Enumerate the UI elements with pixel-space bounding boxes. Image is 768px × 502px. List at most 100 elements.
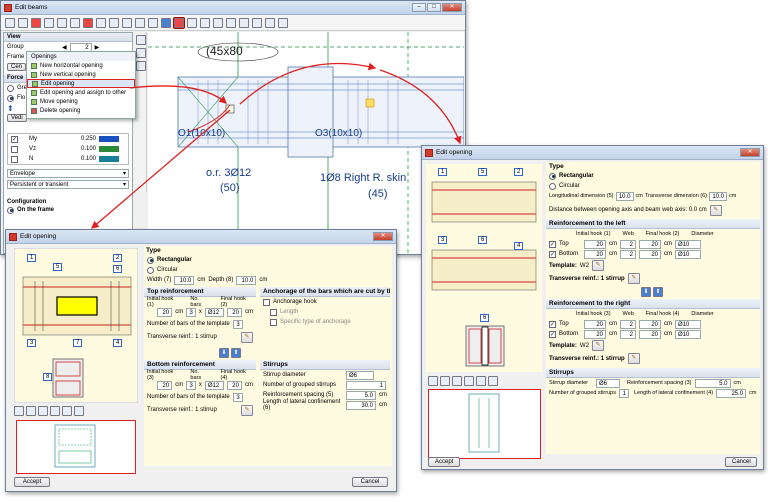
accept-button[interactable]: Accept bbox=[428, 457, 460, 467]
measure-icon[interactable] bbox=[252, 17, 262, 28]
grid-icon[interactable] bbox=[44, 17, 54, 28]
edit-template-icon[interactable]: ✎ bbox=[591, 340, 604, 351]
left-top-initial-input[interactable]: 20 bbox=[584, 239, 606, 249]
layout-icon[interactable] bbox=[31, 17, 41, 28]
circular-radio[interactable] bbox=[549, 182, 556, 190]
beam-icon[interactable] bbox=[18, 17, 28, 28]
rectangular-radio[interactable] bbox=[549, 172, 556, 180]
arrow-down-icon[interactable]: ⬇ bbox=[219, 348, 229, 358]
measure-icon[interactable] bbox=[50, 406, 60, 416]
menu-item-new-vertical[interactable]: New vertical opening bbox=[27, 70, 135, 79]
table-icon[interactable] bbox=[57, 17, 67, 28]
edit-template-icon[interactable]: ✎ bbox=[241, 331, 253, 343]
maximize-button[interactable]: □ bbox=[427, 3, 441, 12]
menu-item-edit-assign[interactable]: Edit opening and assign to other bbox=[27, 88, 135, 97]
pan-icon[interactable] bbox=[476, 376, 486, 386]
arrow-down-icon[interactable]: ⬇ bbox=[641, 287, 651, 297]
chart-icon[interactable] bbox=[148, 17, 158, 28]
right-bottom-web-input[interactable]: 2 bbox=[620, 329, 636, 339]
zoom-window-icon[interactable] bbox=[440, 376, 450, 386]
zoom-icon[interactable] bbox=[14, 406, 24, 416]
pan-icon[interactable] bbox=[62, 406, 72, 416]
measure-icon[interactable] bbox=[464, 376, 474, 386]
left-bottom-final-input[interactable]: 20 bbox=[639, 249, 661, 259]
section-preview[interactable] bbox=[428, 389, 541, 459]
paint-icon[interactable] bbox=[122, 17, 132, 28]
lateral-input[interactable]: 25.0 bbox=[716, 388, 747, 398]
section-icon[interactable] bbox=[96, 17, 106, 28]
left-bottom-web-input[interactable]: 2 bbox=[620, 249, 636, 259]
top-template-input[interactable]: 3 bbox=[232, 319, 243, 329]
lateral-input[interactable]: 30.0 bbox=[346, 400, 376, 410]
left-top-web-input[interactable]: 2 bbox=[620, 239, 636, 249]
next-group-arrow[interactable]: ▶ bbox=[95, 44, 100, 51]
grouped-input[interactable]: 1 bbox=[618, 388, 629, 398]
openings-active-icon[interactable] bbox=[173, 16, 185, 29]
bottom-final-input[interactable]: 20 bbox=[226, 380, 242, 390]
top-nbars-input[interactable]: 3 bbox=[186, 307, 196, 317]
pan-icon[interactable] bbox=[265, 17, 275, 28]
on-frame-radio[interactable] bbox=[7, 206, 14, 214]
left-bottom-checkbox[interactable]: ✓ bbox=[549, 250, 556, 258]
top-final-input[interactable]: 20 bbox=[226, 307, 242, 317]
length-checkbox[interactable] bbox=[270, 308, 277, 316]
zoom-in-icon[interactable] bbox=[239, 17, 249, 28]
width-input[interactable]: 10.0 bbox=[174, 275, 195, 285]
refresh-icon[interactable] bbox=[74, 406, 84, 416]
edit-template-icon[interactable]: ✎ bbox=[591, 260, 604, 271]
right-top-web-input[interactable]: 2 bbox=[620, 319, 636, 329]
edit-transverse-icon[interactable]: ✎ bbox=[627, 273, 640, 284]
gr-radio[interactable] bbox=[7, 84, 14, 92]
spacing-input[interactable]: 5.0 bbox=[694, 378, 731, 388]
right-top-final-input[interactable]: 20 bbox=[639, 319, 661, 329]
prev-group-arrow[interactable]: ◀ bbox=[62, 44, 67, 51]
grouped-input[interactable]: 1 bbox=[346, 380, 386, 390]
color-swatch[interactable] bbox=[99, 156, 119, 162]
bottom-diameter-select[interactable]: Ø12 bbox=[204, 380, 224, 390]
redo-icon[interactable] bbox=[200, 17, 210, 28]
up-arrow-icon[interactable]: ⬆ bbox=[7, 104, 14, 113]
vedic-tab[interactable]: Vedi bbox=[7, 114, 27, 122]
refresh-icon[interactable] bbox=[488, 376, 498, 386]
row-checkbox[interactable] bbox=[11, 145, 18, 153]
menu-item-delete-opening[interactable]: Delete opening bbox=[27, 106, 135, 115]
cancel-button[interactable]: Cancel bbox=[352, 477, 388, 487]
menu-item-new-horizontal[interactable]: New horizontal opening bbox=[27, 61, 135, 70]
color-swatch[interactable] bbox=[99, 136, 119, 142]
pin-icon[interactable] bbox=[136, 35, 146, 45]
trans-dim-input[interactable]: 10.0 bbox=[709, 191, 728, 201]
left-top-checkbox[interactable]: ✓ bbox=[549, 240, 556, 248]
close-button[interactable]: ✕ bbox=[740, 148, 760, 157]
bottom-template-input[interactable]: 3 bbox=[232, 392, 243, 402]
snap-icon[interactable] bbox=[136, 61, 146, 71]
edit-transverse-icon[interactable]: ✎ bbox=[627, 353, 640, 364]
close-button[interactable]: ✕ bbox=[442, 3, 462, 12]
circular-radio[interactable] bbox=[147, 266, 154, 274]
copy-icon[interactable] bbox=[70, 17, 80, 28]
right-bottom-diameter-select[interactable]: Ø10 bbox=[675, 329, 701, 339]
refresh-icon[interactable] bbox=[278, 17, 288, 28]
top-initial-input[interactable]: 20 bbox=[157, 307, 173, 317]
minimize-button[interactable]: – bbox=[412, 3, 426, 12]
menu-item-edit-opening[interactable]: Edit opening bbox=[27, 79, 135, 88]
row-checkbox[interactable]: ✓ bbox=[11, 135, 18, 143]
depth-input[interactable]: 10.0 bbox=[236, 275, 257, 285]
menu-item-move-opening[interactable]: Move opening bbox=[27, 97, 135, 106]
cen-button[interactable]: Cen bbox=[7, 63, 27, 71]
zoom-in-icon[interactable] bbox=[38, 406, 48, 416]
node-icon[interactable] bbox=[136, 48, 146, 58]
zoom-window-icon[interactable] bbox=[226, 17, 236, 28]
bottom-initial-input[interactable]: 20 bbox=[157, 380, 173, 390]
section-preview[interactable] bbox=[16, 420, 136, 474]
specific-checkbox[interactable] bbox=[270, 318, 277, 326]
right-bottom-initial-input[interactable]: 20 bbox=[584, 329, 606, 339]
undo-icon[interactable] bbox=[187, 17, 197, 28]
drawing-canvas[interactable]: (45x80 O1(10x10) O3(10x10) o.r. 3Ø12 (50… bbox=[148, 32, 464, 254]
right-top-initial-input[interactable]: 20 bbox=[584, 319, 606, 329]
accept-button[interactable]: Accept bbox=[14, 477, 50, 487]
cancel-button[interactable]: Cancel bbox=[725, 457, 757, 467]
top-diameter-select[interactable]: Ø12 bbox=[204, 307, 224, 317]
color-swatch[interactable] bbox=[99, 146, 119, 152]
zoom-in-icon[interactable] bbox=[452, 376, 462, 386]
rectangular-radio[interactable] bbox=[147, 256, 154, 264]
